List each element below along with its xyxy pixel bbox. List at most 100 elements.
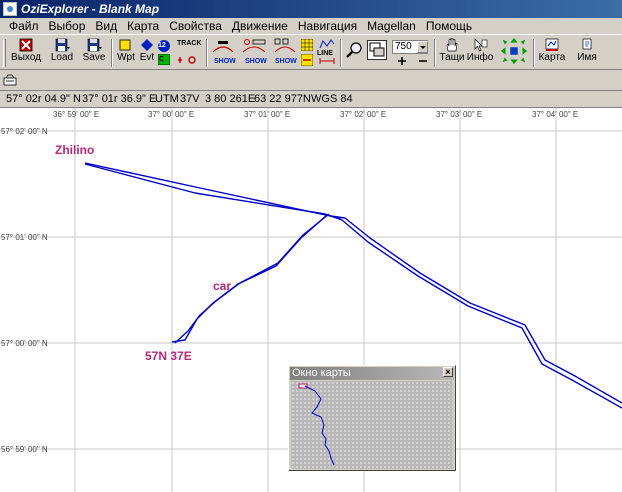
minus-icon	[419, 60, 427, 62]
map-label: Карта	[538, 52, 566, 63]
floppy-load-icon	[55, 38, 70, 52]
northing-readout: 63 22 977N	[254, 93, 311, 105]
show-tracks-button[interactable]: SHOW	[272, 38, 298, 68]
grid-label-lat: 57° 02' 00" N	[1, 127, 48, 136]
route-number-label: 12	[158, 42, 166, 49]
waypoint-icon	[119, 39, 131, 51]
grid-label-lon: 36° 59' 00" E	[53, 110, 100, 119]
easting-readout: 3 80 261E	[205, 93, 256, 105]
menu-bar: Файл Выбор Вид Карта Свойства Движение Н…	[0, 18, 622, 34]
track-label: TRACK	[177, 40, 202, 47]
save-label: Save	[82, 52, 106, 63]
track-car-return[interactable]	[174, 213, 330, 344]
map-tool-icon	[3, 74, 17, 86]
menu-help[interactable]: Помощь	[421, 18, 477, 34]
drag-label: Тащи	[439, 52, 465, 63]
exit-button[interactable]: Выход	[10, 38, 42, 68]
exit-icon	[19, 38, 33, 52]
measure-icon	[319, 58, 335, 64]
show-waypoints-icon	[212, 41, 234, 53]
secondary-toolbar	[0, 71, 622, 91]
load-label: Load	[50, 52, 74, 63]
waypoint-car[interactable]: car	[213, 279, 231, 293]
track-tools-icon	[178, 56, 196, 64]
toolbar-separator	[111, 39, 113, 67]
event-diamond-icon	[141, 39, 153, 51]
pan-arrows-icon	[500, 37, 528, 65]
info-button[interactable]: Инфо	[466, 38, 494, 68]
grid-label-lat: 57° 01' 00" N	[1, 233, 48, 242]
window-title: OziExplorer - Blank Map	[21, 2, 160, 16]
overview-track-canvas	[298, 383, 335, 466]
find-button[interactable]	[345, 41, 365, 71]
show-tracks-icon	[274, 38, 296, 53]
floppy-save-icon	[87, 38, 102, 52]
hand-icon	[446, 38, 458, 52]
overview-map[interactable]	[291, 381, 453, 469]
menu-magellan[interactable]: Magellan	[362, 18, 421, 34]
latitude-readout: 57° 02r 04.9" N	[6, 93, 81, 105]
app-icon[interactable]	[3, 2, 17, 16]
waypoint-origin[interactable]: 57N 37E	[145, 349, 192, 363]
info-label: Инфо	[466, 52, 494, 63]
evt-label: Evt	[139, 52, 155, 63]
zoom-dropdown-button[interactable]	[417, 41, 428, 53]
map-tool-button[interactable]	[3, 73, 17, 90]
name-button[interactable]: Имя	[575, 38, 599, 68]
show-events-label: SHOW	[245, 58, 267, 65]
overview-window[interactable]: Окно карты ×	[288, 365, 456, 471]
grid-icon	[301, 39, 313, 51]
main-toolbar: Выход Load Save Wpt Evt 12 C TRACK SHOW …	[0, 34, 622, 70]
track-car[interactable]	[171, 214, 342, 343]
grid-label-lon: 37° 00' 00" E	[148, 110, 195, 119]
grid-options-icon	[301, 54, 313, 66]
menu-select[interactable]: Выбор	[44, 18, 91, 34]
map-button[interactable]: Карта	[537, 38, 567, 68]
title-bar[interactable]: OziExplorer - Blank Map	[0, 0, 622, 18]
ozi-explorer-window: OziExplorer - Blank Map Файл Выбор Вид К…	[0, 0, 622, 492]
toolbar-separator	[206, 39, 208, 67]
wpt-label: Wpt	[117, 52, 135, 63]
longitude-readout: 37° 01r 36.9" E	[82, 93, 157, 105]
menu-navigation[interactable]: Навигация	[293, 18, 362, 34]
load-button[interactable]: Load	[48, 38, 76, 68]
toolbar-separator	[340, 39, 342, 67]
menu-movement[interactable]: Движение	[227, 18, 293, 34]
grid-label-lat: 56° 59' 00" N	[1, 445, 48, 454]
grid-label-lon: 37° 01' 00" E	[244, 110, 291, 119]
overview-title-bar[interactable]: Окно карты	[290, 367, 454, 380]
name-label: Имя	[577, 52, 597, 63]
grid-label-lon: 37° 02' 00" E	[340, 110, 387, 119]
toolbar-grip[interactable]	[3, 39, 6, 67]
datum-readout: WGS 84	[311, 93, 353, 105]
name-tag-icon	[582, 38, 592, 50]
event-button[interactable]: Evt	[137, 38, 157, 68]
info-pointer-icon	[474, 38, 488, 52]
show-events-button[interactable]: SHOW	[240, 38, 268, 68]
drag-button[interactable]: Тащи	[439, 38, 465, 68]
window-button[interactable]	[367, 40, 387, 70]
window-icon	[367, 40, 387, 60]
show-tracks-label: SHOW	[275, 58, 297, 65]
utm-zone-readout: 37V	[180, 93, 200, 105]
map-icon	[545, 38, 559, 51]
utm-label: UTM	[155, 93, 179, 105]
overview-track	[304, 385, 335, 466]
menu-properties[interactable]: Свойства	[164, 18, 227, 34]
pan-arrows-button[interactable]	[497, 36, 531, 66]
green-c-label: C	[159, 56, 165, 63]
magnifier-icon	[346, 42, 362, 58]
waypoint-button[interactable]: Wpt	[116, 38, 136, 68]
save-button[interactable]: Save	[80, 38, 108, 68]
show-waypoints-button[interactable]: SHOW	[210, 38, 236, 68]
plus-icon	[398, 57, 406, 65]
menu-map[interactable]: Карта	[122, 18, 164, 34]
toolbar-separator	[434, 39, 436, 67]
grid-label-lat: 57° 00' 00" N	[1, 339, 48, 348]
waypoint-zhilino[interactable]: Zhilino	[55, 143, 94, 157]
menu-file[interactable]: Файл	[4, 18, 44, 34]
grid-label-lon: 37° 03' 00" E	[436, 110, 483, 119]
menu-view[interactable]: Вид	[90, 18, 122, 34]
coordinate-status-bar: 57° 02r 04.9" N 37° 01r 36.9" E UTM 37V …	[0, 92, 622, 108]
overview-close-button[interactable]: ×	[443, 367, 453, 377]
